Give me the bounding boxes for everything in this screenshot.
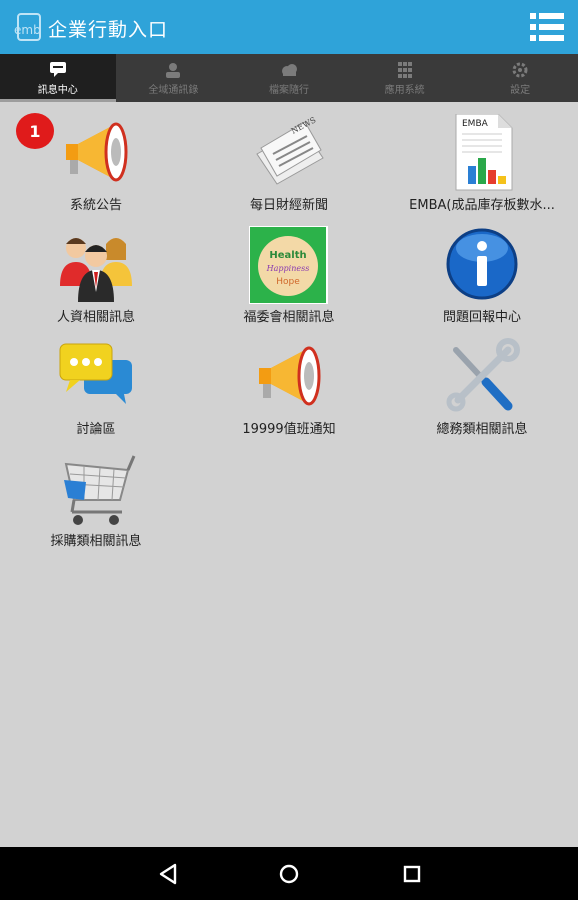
- newspaper-icon: NEWS: [256, 115, 324, 185]
- svg-text:Happiness: Happiness: [266, 264, 310, 273]
- tab-label: 檔案隨行: [268, 84, 309, 96]
- chat-bubbles-icon: [59, 343, 132, 404]
- app-title: 企業行動入口: [48, 19, 169, 41]
- tab-settings[interactable]: 設定: [462, 54, 578, 102]
- app-item-label: 每日財經新聞: [249, 198, 328, 213]
- megaphone-icon: [66, 122, 128, 182]
- app-item-label: 系統公告: [69, 198, 122, 213]
- gear-icon: [512, 62, 528, 77]
- tab-files[interactable]: 檔案隨行: [231, 54, 347, 102]
- info-icon: [446, 228, 518, 300]
- app-item-label: 19999值班通知: [242, 422, 336, 437]
- tab-label: 應用系統: [384, 84, 425, 96]
- apps-grid-icon: [397, 61, 412, 78]
- app-item-procurement[interactable]: 採購類相關訊息: [0, 446, 192, 556]
- system-nav-bar: [0, 847, 578, 900]
- tab-message-center[interactable]: 訊息中心: [0, 54, 116, 102]
- app-item-label: 人資相關訊息: [56, 310, 135, 325]
- app-item-hr-info[interactable]: 人資相關訊息: [0, 222, 192, 332]
- app-logo-icon: emb: [14, 13, 41, 41]
- health-happiness-hope-icon: Health Happiness Hope: [249, 226, 328, 304]
- megaphone-icon: [259, 346, 321, 406]
- menu-list-icon[interactable]: [530, 11, 564, 43]
- app-bar: emb 企業行動入口: [0, 0, 578, 54]
- home-icon[interactable]: [276, 861, 302, 887]
- chat-icon: [49, 61, 66, 77]
- emba-chart-document-icon: EMBA: [455, 114, 513, 191]
- app-item-label: 福委會相關訊息: [243, 310, 335, 325]
- tab-directory[interactable]: 全域通訊錄: [116, 54, 232, 102]
- app-item-forum[interactable]: 討論區: [0, 334, 192, 444]
- app-item-issue-report[interactable]: 問題回報中心: [386, 222, 578, 332]
- shopping-cart-icon: [64, 455, 136, 525]
- tab-label: 設定: [510, 84, 531, 96]
- recents-icon[interactable]: [399, 861, 425, 887]
- app-item-label: 採購類相關訊息: [50, 534, 142, 549]
- app-item-label: 討論區: [76, 422, 116, 437]
- app-item-daily-finance-news[interactable]: NEWS 每日財經新聞: [193, 110, 385, 220]
- app-item-19999-duty-notice[interactable]: 19999值班通知: [193, 334, 385, 444]
- tab-label: 訊息中心: [37, 84, 78, 96]
- tools-icon: [446, 338, 520, 412]
- app-item-label: EMBA(成品庫存板數水...: [409, 198, 555, 213]
- svg-text:EMBA: EMBA: [462, 119, 489, 129]
- tab-apps[interactable]: 應用系統: [347, 54, 463, 102]
- people-icon: [60, 238, 132, 302]
- svg-text:Health: Health: [269, 250, 306, 261]
- contact-icon: [166, 62, 181, 78]
- tab-label: 全域通訊錄: [148, 84, 199, 96]
- app-item-label: 問題回報中心: [442, 310, 521, 325]
- cloud-icon: [281, 63, 297, 76]
- tab-bar: 訊息中心 全域通訊錄 檔案隨行 應用系統 設定: [0, 54, 578, 102]
- svg-text:Hope: Hope: [276, 277, 300, 287]
- app-item-label: 總務類相關訊息: [436, 422, 528, 437]
- svg-text:emb: emb: [14, 23, 41, 37]
- app-item-welfare-committee[interactable]: Health Happiness Hope 福委會相關訊息: [193, 222, 385, 332]
- app-item-emba[interactable]: EMBA EMBA(成品庫存板數水...: [386, 110, 578, 220]
- app-item-system-announcement[interactable]: 系統公告: [0, 110, 192, 220]
- app-item-general-affairs[interactable]: 總務類相關訊息: [386, 334, 578, 444]
- back-icon[interactable]: [155, 861, 181, 887]
